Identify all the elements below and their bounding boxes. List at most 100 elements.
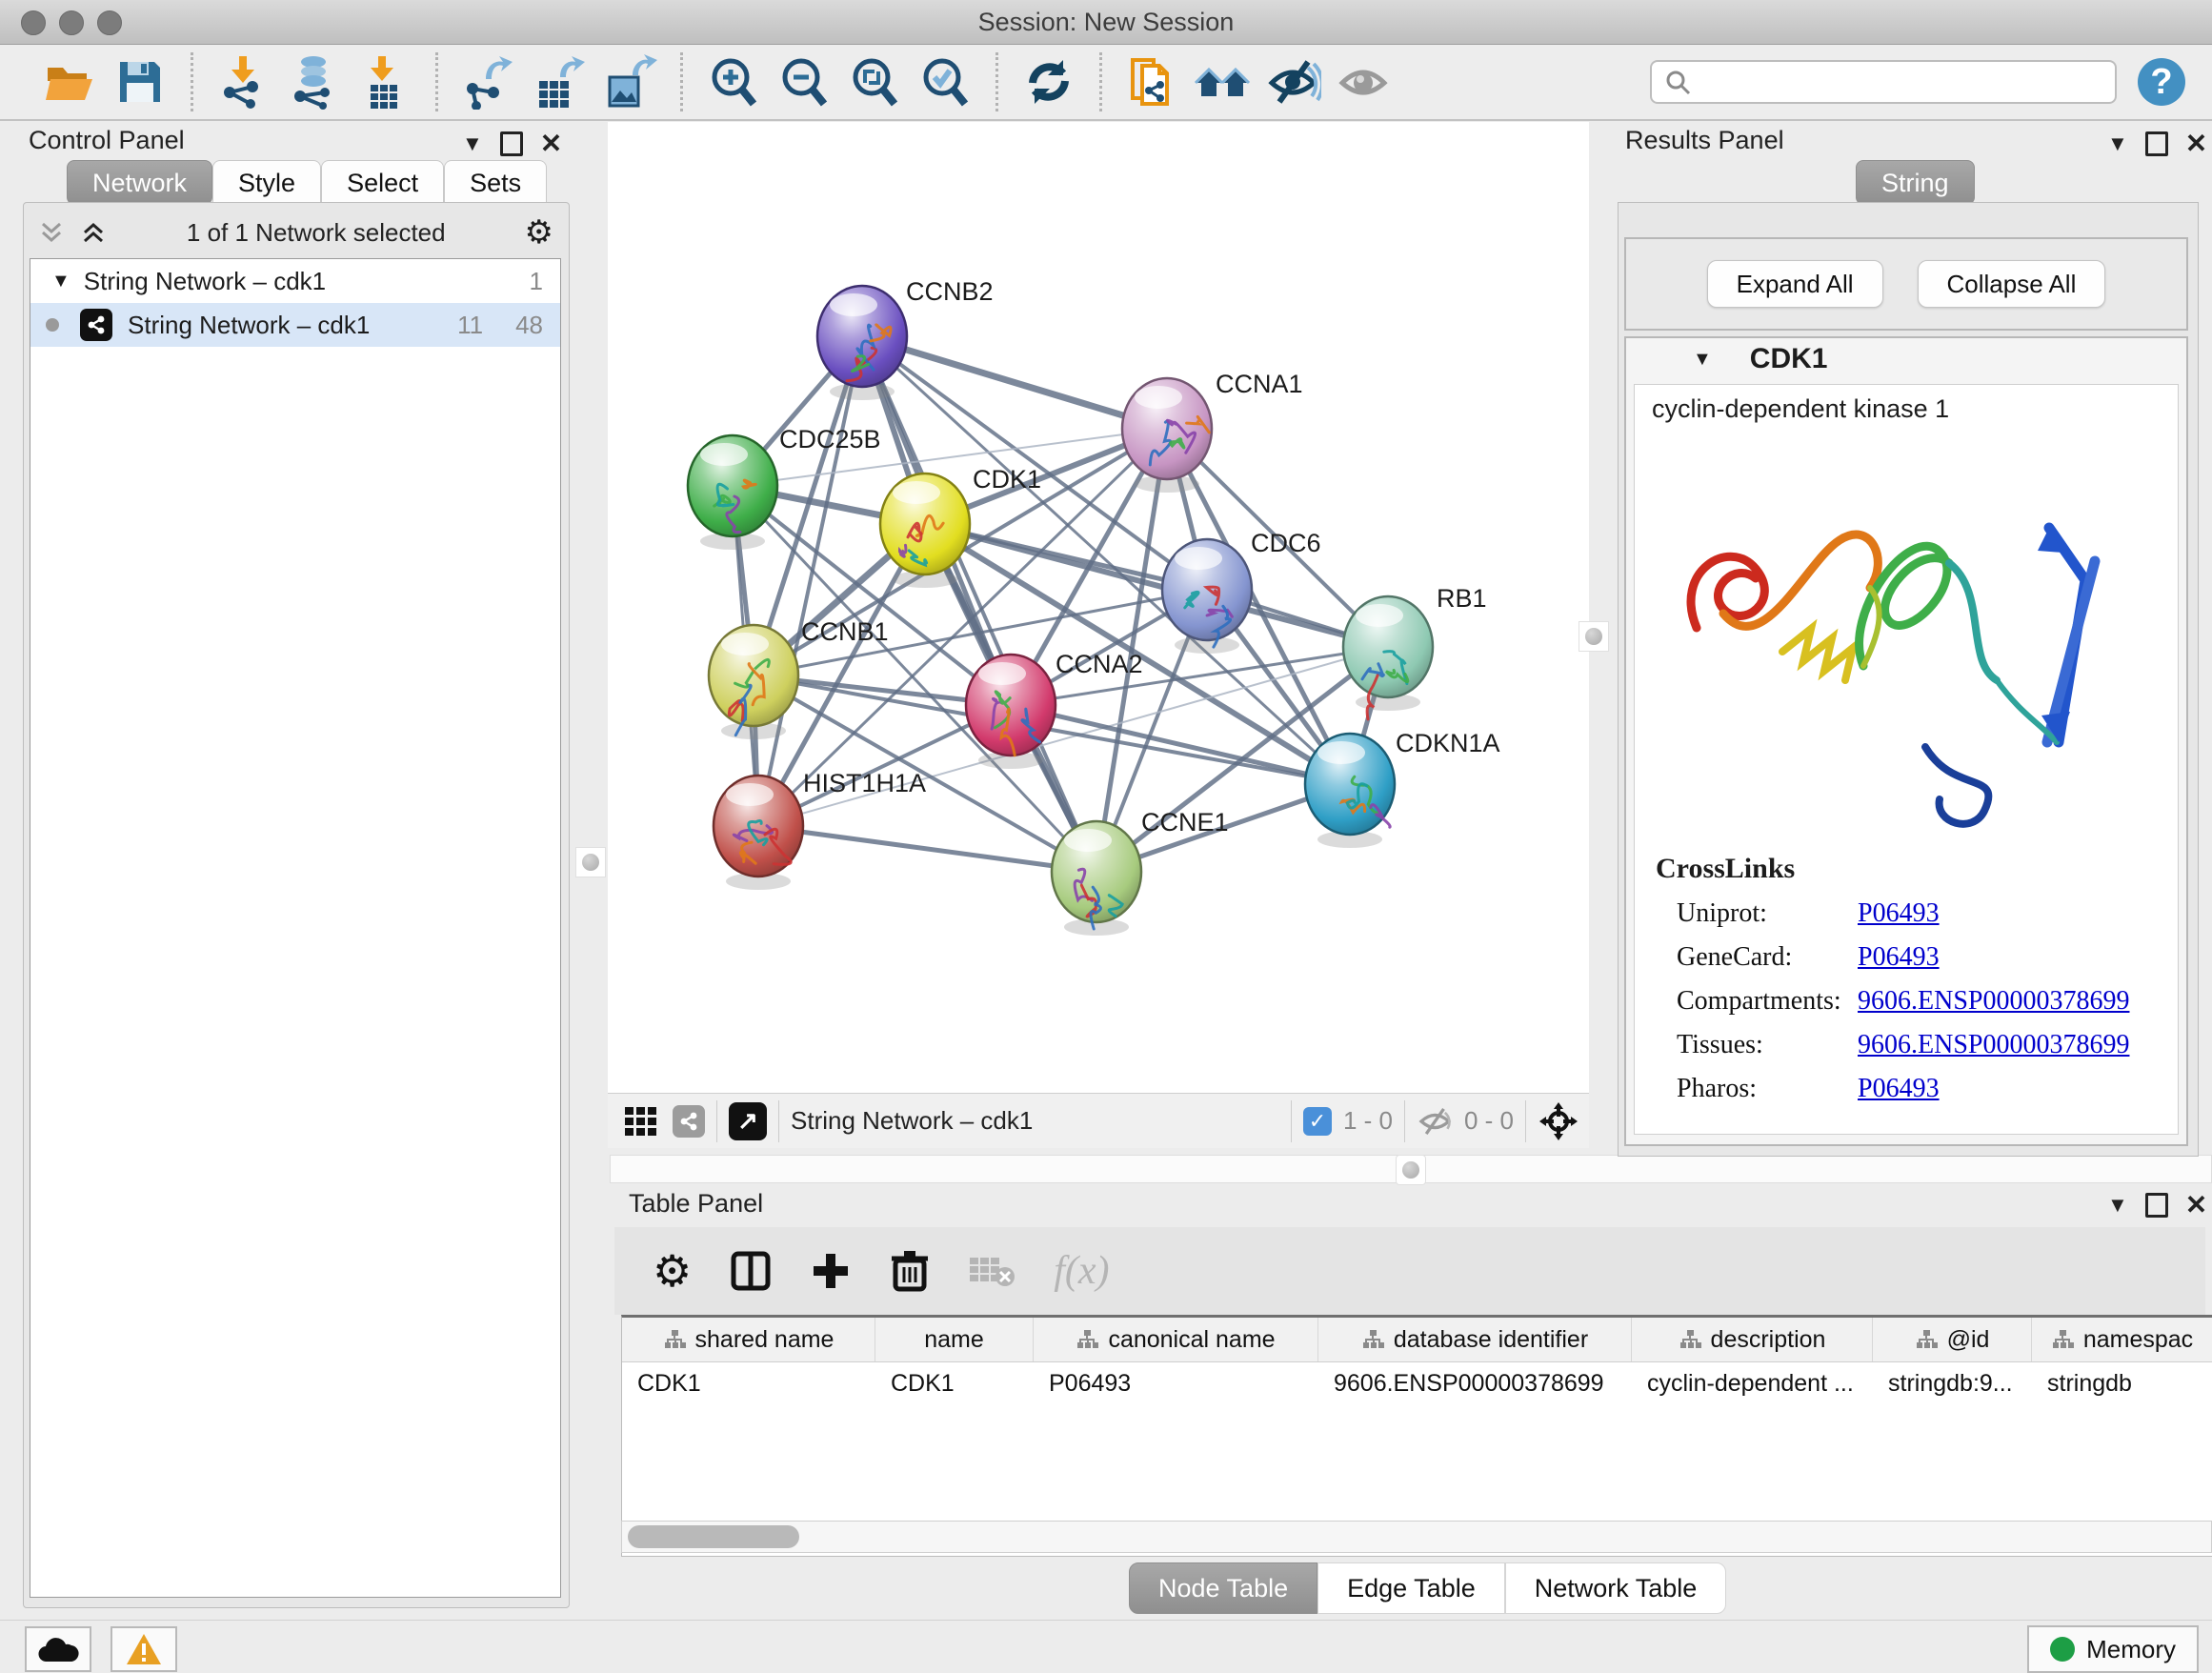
tab-style[interactable]: Style [212, 160, 321, 205]
node-rb1[interactable] [1343, 596, 1433, 719]
crosslink-link[interactable]: P06493 [1858, 898, 1940, 929]
node-ccne1[interactable] [1052, 821, 1141, 936]
panel-menu-icon[interactable]: ▼ [462, 131, 483, 156]
node-cdkn1a[interactable] [1305, 734, 1395, 848]
search-field[interactable] [1650, 60, 2117, 104]
table-row[interactable]: CDK1CDK1P064939606.ENSP00000378699cyclin… [622, 1362, 2212, 1404]
search-input[interactable] [1692, 68, 2103, 96]
column-header-label: database identifier [1394, 1326, 1588, 1354]
tab-string[interactable]: String [1856, 160, 1975, 205]
network-graph[interactable]: CCNB2CCNA1CDC25BCDK1CDC6RB1CCNB1CCNA2CDK… [608, 122, 1589, 1093]
node-ccnb2[interactable] [817, 286, 907, 400]
column-header-canonical-name[interactable]: canonical name [1034, 1318, 1318, 1361]
node-ccna1[interactable] [1122, 378, 1212, 493]
right-splitter-handle[interactable] [1579, 621, 1609, 652]
results-panel-body: Expand All Collapse All ▼ CDK1 cyclin-de… [1618, 202, 2199, 1157]
delete-table-icon[interactable] [968, 1254, 1016, 1288]
crosslink-link[interactable]: 9606.ENSP00000378699 [1858, 1030, 2129, 1060]
delete-column-trash-icon[interactable] [890, 1249, 930, 1293]
panel-close-icon[interactable]: ✕ [2185, 1189, 2207, 1220]
tab-node-table[interactable]: Node Table [1129, 1562, 1317, 1614]
zoom-selected-button[interactable] [915, 51, 975, 112]
expand-all-button[interactable]: Expand All [1707, 260, 1883, 308]
zoom-out-button[interactable] [774, 51, 835, 112]
tab-edge-table[interactable]: Edge Table [1317, 1562, 1505, 1614]
export-image-button[interactable] [599, 51, 660, 112]
collapse-all-icon[interactable] [37, 218, 66, 247]
node-cdc25b[interactable] [688, 435, 777, 550]
help-button[interactable]: ? [2138, 58, 2185, 106]
table-options-gear-icon[interactable]: ⚙ [653, 1245, 692, 1297]
tab-select[interactable]: Select [321, 160, 444, 205]
node-cdc6[interactable] [1162, 539, 1252, 654]
panel-close-icon[interactable]: ✕ [540, 128, 562, 159]
network-options-gear-icon[interactable]: ⚙ [525, 213, 553, 252]
panel-float-icon[interactable] [2145, 131, 2168, 156]
column-header--id[interactable]: @id [1873, 1318, 2032, 1361]
pan-crosshair-icon[interactable] [1538, 1100, 1579, 1142]
network-collection-row[interactable]: ▼ String Network – cdk1 1 [30, 259, 560, 303]
expand-all-icon[interactable] [79, 218, 108, 247]
collapse-all-button[interactable]: Collapse All [1918, 260, 2106, 308]
network-canvas[interactable]: CCNB2CCNA1CDC25BCDK1CDC6RB1CCNB1CCNA2CDK… [608, 122, 1589, 1093]
show-columns-icon[interactable] [730, 1250, 772, 1292]
table-cell[interactable]: CDK1 [622, 1362, 875, 1404]
column-header-namespac[interactable]: namespac [2032, 1318, 2212, 1361]
crosslink-link[interactable]: 9606.ENSP00000378699 [1858, 986, 2129, 1017]
crosslink-link[interactable]: P06493 [1858, 1074, 1940, 1104]
bottom-splitter-handle[interactable] [1396, 1155, 1426, 1185]
panel-float-icon[interactable] [2145, 1193, 2168, 1218]
export-table-button[interactable] [529, 51, 590, 112]
table-horizontal-scrollbar[interactable] [621, 1521, 2212, 1553]
selected-checkbox-icon[interactable]: ✓ [1303, 1107, 1332, 1136]
birdseye-grid-icon[interactable] [623, 1103, 659, 1139]
import-table-button[interactable] [354, 51, 415, 112]
import-network-file-button[interactable] [213, 51, 274, 112]
crosslink-link[interactable]: P06493 [1858, 942, 1940, 973]
import-network-database-button[interactable] [284, 51, 345, 112]
network-row[interactable]: String Network – cdk1 11 48 [30, 303, 560, 347]
string-view-icon[interactable] [673, 1105, 705, 1138]
table-cell[interactable]: stringdb [2032, 1362, 2212, 1404]
panel-float-icon[interactable] [500, 131, 523, 156]
copy-network-button[interactable] [1122, 51, 1183, 112]
add-column-icon[interactable] [810, 1250, 852, 1292]
save-session-button[interactable] [110, 51, 171, 112]
node-hist1h1a[interactable] [714, 776, 803, 890]
gene-collapse-icon[interactable]: ▼ [1693, 349, 1712, 371]
zoom-in-button[interactable] [703, 51, 764, 112]
panel-menu-icon[interactable]: ▼ [2107, 1193, 2128, 1218]
function-builder-icon[interactable]: f(x) [1054, 1248, 1109, 1294]
show-graphics-details-button[interactable] [1334, 51, 1395, 112]
warnings-button[interactable] [111, 1626, 177, 1672]
tab-network[interactable]: Network [67, 160, 212, 205]
open-session-button[interactable] [39, 51, 100, 112]
collection-expand-icon[interactable]: ▼ [51, 271, 70, 292]
refresh-view-button[interactable] [1018, 51, 1079, 112]
hidden-eye-slash-icon[interactable] [1417, 1105, 1455, 1138]
zoom-fit-button[interactable] [844, 51, 905, 112]
table-cell[interactable]: cyclin-dependent ... [1632, 1362, 1873, 1404]
export-network-button[interactable] [458, 51, 519, 112]
show-all-nodes-button[interactable] [1193, 51, 1254, 112]
table-cell[interactable]: P06493 [1034, 1362, 1318, 1404]
panel-close-icon[interactable]: ✕ [2185, 128, 2207, 159]
table-cell[interactable]: CDK1 [875, 1362, 1034, 1404]
column-header-database-identifier[interactable]: database identifier [1318, 1318, 1632, 1361]
node-ccnb1[interactable] [709, 625, 798, 739]
column-header-description[interactable]: description [1632, 1318, 1873, 1361]
open-in-window-icon[interactable]: ↗ [729, 1102, 767, 1140]
table-cell[interactable]: stringdb:9... [1873, 1362, 2032, 1404]
table-cell[interactable]: 9606.ENSP00000378699 [1318, 1362, 1632, 1404]
column-header-name[interactable]: name [875, 1318, 1034, 1361]
column-header-shared-name[interactable]: shared name [622, 1318, 875, 1361]
tab-sets[interactable]: Sets [444, 160, 547, 205]
tab-network-table[interactable]: Network Table [1505, 1562, 1727, 1614]
cloud-status-button[interactable] [25, 1626, 91, 1672]
hide-selected-button[interactable] [1263, 51, 1324, 112]
left-splitter-handle[interactable] [575, 847, 606, 877]
memory-button[interactable]: Memory [2027, 1625, 2199, 1673]
scrollbar-thumb[interactable] [628, 1525, 799, 1548]
panel-menu-icon[interactable]: ▼ [2107, 131, 2128, 156]
gene-section-header[interactable]: ▼ CDK1 [1626, 338, 2186, 380]
